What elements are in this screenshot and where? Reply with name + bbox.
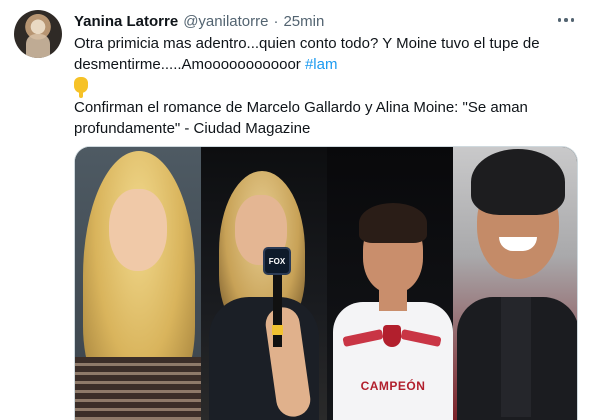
hashtag-link[interactable]: #lam bbox=[305, 56, 338, 73]
jersey-text: CAMPEÓN bbox=[360, 379, 426, 393]
more-dot bbox=[557, 18, 562, 22]
photo-woman-microphone: FOX bbox=[201, 147, 327, 420]
face-shape bbox=[109, 189, 167, 271]
separator-dot: · bbox=[273, 12, 279, 30]
pointing-down-icon bbox=[74, 77, 88, 98]
more-dot bbox=[564, 18, 568, 22]
tweet-timestamp[interactable]: 25min bbox=[283, 13, 324, 30]
photo-man-jersey: CAMPEÓN bbox=[327, 147, 453, 420]
tweet-header: Yanina Latorre @yanilatorre · 25min bbox=[74, 11, 324, 31]
author-handle[interactable]: @yanilatorre bbox=[183, 13, 268, 30]
jersey-shape bbox=[333, 302, 453, 420]
link-title-line: profundamente" - Ciudad Magazine bbox=[74, 120, 311, 137]
tweet[interactable]: Yanina Latorre @yanilatorre · 25min Otra… bbox=[0, 0, 593, 420]
striped-top-shape bbox=[75, 357, 201, 420]
microphone-label: FOX bbox=[268, 256, 286, 266]
more-options-icon[interactable] bbox=[553, 10, 579, 30]
photo-woman-blonde bbox=[75, 147, 201, 420]
microphone-handle bbox=[273, 275, 282, 347]
link-title-line: Confirman el romance de Marcelo Gallardo… bbox=[74, 99, 528, 116]
more-dot bbox=[570, 18, 575, 22]
tweet-text-line: Otra primicia mas adentro...quien conto … bbox=[74, 35, 540, 52]
tweet-text-fragment: desmentirme.....Amooooooooooor bbox=[74, 56, 305, 73]
avatar[interactable] bbox=[14, 10, 62, 58]
tweet-text-line: desmentirme.....Amooooooooooor #lam bbox=[74, 54, 574, 75]
author-name[interactable]: Yanina Latorre bbox=[74, 13, 178, 30]
tweet-text: Otra primicia mas adentro...quien conto … bbox=[74, 33, 574, 139]
hair-shape bbox=[359, 203, 427, 243]
media-collage[interactable]: FOX CAMPEÓN bbox=[74, 146, 578, 420]
microphone-band bbox=[272, 325, 283, 335]
photo-man-suit bbox=[453, 147, 577, 420]
microphone-icon: FOX bbox=[263, 247, 291, 275]
hair-shape bbox=[471, 149, 565, 215]
club-crest-icon bbox=[383, 325, 401, 347]
emoji-line bbox=[74, 75, 574, 98]
shirt-shape bbox=[501, 297, 531, 417]
